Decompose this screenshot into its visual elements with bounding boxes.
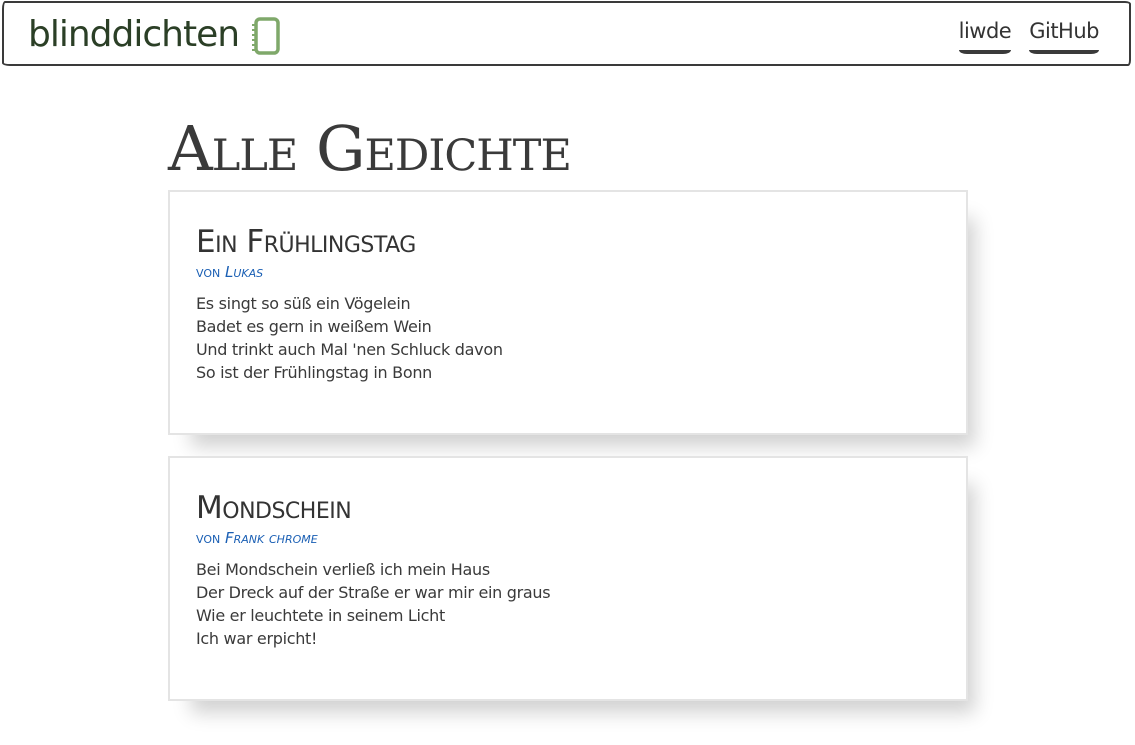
author-prefix: von <box>196 529 221 547</box>
brand-link[interactable]: blinddichten <box>28 13 281 57</box>
poem-card: Mondschein von Frank chrome Bei Mondsche… <box>168 456 968 701</box>
poem-title: Mondschein <box>196 490 352 526</box>
author-link[interactable]: Lukas <box>225 263 263 281</box>
poem-text: Es singt so süß ein Vögelein Badet es ge… <box>196 292 940 384</box>
poem-title: Ein Frühlingstag <box>196 224 416 260</box>
poem-author: von Frank chrome <box>196 528 940 548</box>
poem-author: von Lukas <box>196 262 940 282</box>
author-link[interactable]: Frank chrome <box>225 529 318 547</box>
poem-text: Bei Mondschein verließ ich mein Haus Der… <box>196 558 940 650</box>
page-title: Alle Gedichte <box>168 112 572 185</box>
poem-line: So ist der Frühlingstag in Bonn <box>196 363 432 382</box>
main-content: Alle Gedichte Ein Frühlingstag von Lukas… <box>168 110 968 722</box>
poem-line: Und trinkt auch Mal 'nen Schluck davon <box>196 340 503 359</box>
poem-line: Es singt so süß ein Vögelein <box>196 294 411 313</box>
poem-line: Ich war erpicht! <box>196 629 318 648</box>
brand-name: blinddichten <box>28 14 240 55</box>
nav-link-liwde[interactable]: liwde <box>958 18 1012 54</box>
author-prefix: von <box>196 263 221 281</box>
poem-card: Ein Frühlingstag von Lukas Es singt so s… <box>168 190 968 435</box>
poem-line: Badet es gern in weißem Wein <box>196 317 432 336</box>
poem-line: Der Dreck auf der Straße er war mir ein … <box>196 583 551 602</box>
poem-line: Wie er leuchtete in seinem Licht <box>196 606 445 625</box>
navbar: blinddichten liwde GitHub <box>2 1 1131 66</box>
notebook-icon <box>252 17 280 55</box>
poem-line: Bei Mondschein verließ ich mein Haus <box>196 560 490 579</box>
nav-link-github[interactable]: GitHub <box>1029 18 1099 54</box>
nav-links: liwde GitHub <box>958 18 1099 54</box>
